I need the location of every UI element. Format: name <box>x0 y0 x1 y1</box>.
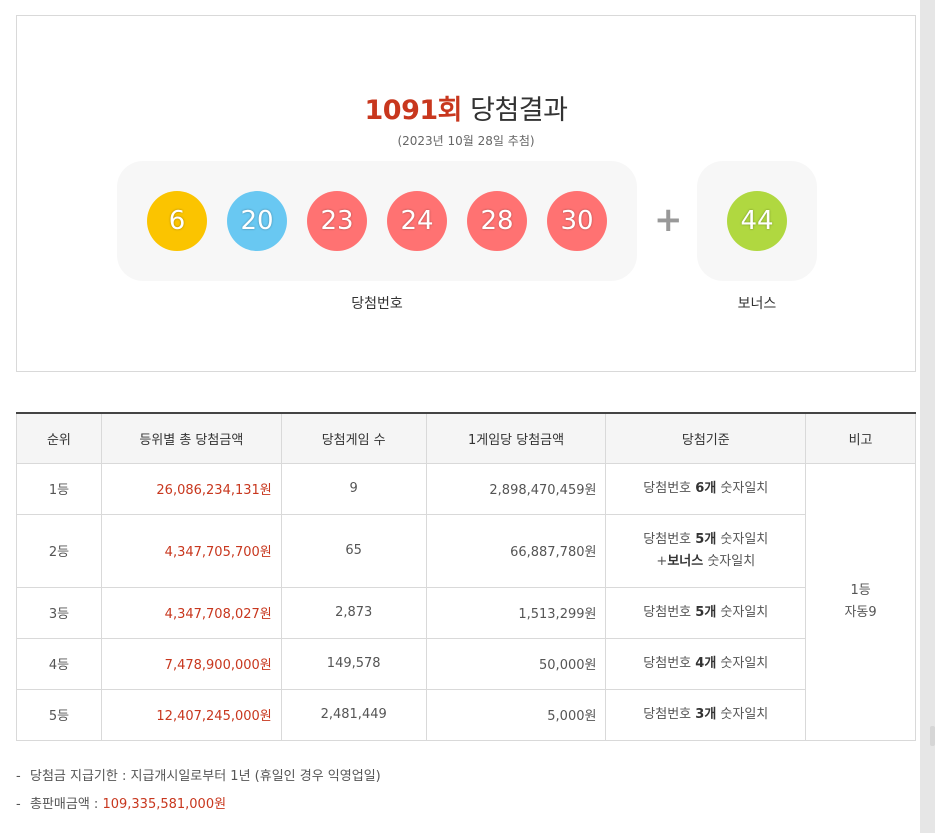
criteria-count: 5개 <box>695 531 717 547</box>
header-per-game-prize: 1게임당 당첨금액 <box>425 413 607 464</box>
criteria-count: 6개 <box>695 480 717 496</box>
criteria-cell: 당첨번호 5개 숫자일치 +보너스 숫자일치 <box>605 513 807 588</box>
ball-3: 23 <box>307 191 367 251</box>
rank-cell: 2등 <box>16 513 102 588</box>
note-deadline-text: 당첨금 지급기한 : 지급개시일로부터 1년 (휴일인 경우 익영업일) <box>30 769 381 784</box>
rank-cell: 4등 <box>16 637 102 690</box>
note-sales-value: 109,335,581,000원 <box>102 797 227 812</box>
prize-table: 순위 등위별 총 당첨금액 당첨게임 수 1게임당 당첨금액 당첨기준 비고 1… <box>16 412 916 741</box>
criteria-cell: 당첨번호 3개 숫자일치 <box>605 688 807 741</box>
rank-cell: 5등 <box>16 688 102 741</box>
criteria-text: 당첨번호 <box>643 706 696 722</box>
draw-date: (2023년 10월 28일 추첨) <box>397 134 535 148</box>
total-prize-cell: 4,347,708,027원 <box>100 586 282 639</box>
criteria-suffix: 숫자일치 <box>716 480 769 496</box>
per-game-cell: 50,000원 <box>425 637 607 690</box>
round-number: 1091회 <box>364 95 463 126</box>
criteria-suffix: 숫자일치 <box>716 531 769 547</box>
per-game-cell: 2,898,470,459원 <box>425 462 607 515</box>
ball-2: 20 <box>227 191 287 251</box>
criteria-count: 5개 <box>695 604 717 620</box>
games-cell: 9 <box>280 462 427 515</box>
criteria-text: 당첨번호 <box>643 531 696 547</box>
note-bullet: - <box>16 797 21 812</box>
criteria-count: 3개 <box>695 706 717 722</box>
criteria-cell: 당첨번호 5개 숫자일치 <box>605 586 807 639</box>
criteria-suffix: 숫자일치 <box>716 604 769 620</box>
ball-4: 24 <box>387 191 447 251</box>
table-row: 2등 4,347,705,700원 65 66,887,780원 당첨번호 5개… <box>16 513 916 588</box>
ball-1: 6 <box>147 191 207 251</box>
games-cell: 2,481,449 <box>280 688 427 741</box>
page-title: 1091회 당첨결과 <box>17 88 915 127</box>
games-cell: 65 <box>280 513 427 588</box>
winning-result-box: 1091회 당첨결과 (2023년 10월 28일 추첨) 6 20 23 24… <box>16 15 916 372</box>
per-game-cell: 66,887,780원 <box>425 513 607 588</box>
note-payment-deadline: - 당첨금 지급기한 : 지급개시일로부터 1년 (휴일인 경우 익영업일) <box>16 767 381 795</box>
table-header-row: 순위 등위별 총 당첨금액 당첨게임 수 1게임당 당첨금액 당첨기준 비고 <box>16 413 916 464</box>
criteria-cell: 당첨번호 6개 숫자일치 <box>605 462 807 515</box>
criteria-text: 당첨번호 <box>643 655 696 671</box>
bonus-number-box: 44 <box>697 161 817 281</box>
criteria-plus: + <box>656 553 668 569</box>
header-remarks: 비고 <box>805 413 916 464</box>
total-prize-cell: 12,407,245,000원 <box>100 688 282 741</box>
header-criteria: 당첨기준 <box>605 413 807 464</box>
games-cell: 2,873 <box>280 586 427 639</box>
remarks-cell: 1등 자동9 <box>805 462 916 741</box>
criteria-suffix: 숫자일치 <box>703 553 756 569</box>
criteria-suffix: 숫자일치 <box>716 655 769 671</box>
header-rank: 순위 <box>16 413 102 464</box>
table-row: 5등 12,407,245,000원 2,481,449 5,000원 당첨번호… <box>16 688 916 741</box>
table-row: 3등 4,347,708,027원 2,873 1,513,299원 당첨번호 … <box>16 586 916 639</box>
total-prize-cell: 26,086,234,131원 <box>100 462 282 515</box>
per-game-cell: 1,513,299원 <box>425 586 607 639</box>
criteria-count: 4개 <box>695 655 717 671</box>
header-total-prize: 등위별 총 당첨금액 <box>100 413 282 464</box>
note-total-sales: - 총판매금액 : 109,335,581,000원 <box>16 795 381 823</box>
plus-icon: + <box>654 200 683 240</box>
games-cell: 149,578 <box>280 637 427 690</box>
rank-cell: 1등 <box>16 462 102 515</box>
total-prize-cell: 7,478,900,000원 <box>100 637 282 690</box>
winning-numbers-label: 당첨번호 <box>351 296 403 312</box>
criteria-bonus: 보너스 <box>667 553 704 569</box>
criteria-suffix: 숫자일치 <box>716 706 769 722</box>
note-sales-label: 총판매금액 : <box>30 797 103 812</box>
results-panel: 1091회 당첨결과 (2023년 10월 28일 추첨) 6 20 23 24… <box>0 0 920 833</box>
criteria-cell: 당첨번호 4개 숫자일치 <box>605 637 807 690</box>
scrollbar-thumb[interactable] <box>930 726 935 746</box>
ball-5: 28 <box>467 191 527 251</box>
header-winning-games: 당첨게임 수 <box>280 413 427 464</box>
notes-list: - 당첨금 지급기한 : 지급개시일로부터 1년 (휴일인 경우 익영업일) -총… <box>16 767 381 823</box>
remark-auto: 자동9 <box>844 604 877 620</box>
bonus-ball: 44 <box>727 191 787 251</box>
ball-6: 30 <box>547 191 607 251</box>
per-game-cell: 5,000원 <box>425 688 607 741</box>
bonus-label: 보너스 <box>737 296 777 312</box>
title-text: 당첨결과 <box>470 95 568 126</box>
note-bullet: - <box>16 769 21 784</box>
rank-cell: 3등 <box>16 586 102 639</box>
total-prize-cell: 4,347,705,700원 <box>100 513 282 588</box>
table-row: 1등 26,086,234,131원 9 2,898,470,459원 당첨번호… <box>16 462 916 741</box>
criteria-text: 당첨번호 <box>643 480 696 496</box>
criteria-text: 당첨번호 <box>643 604 696 620</box>
winning-numbers-box: 6 20 23 24 28 30 <box>117 161 637 281</box>
table-row: 4등 7,478,900,000원 149,578 50,000원 당첨번호 4… <box>16 637 916 690</box>
remark-rank: 1등 <box>850 582 871 598</box>
